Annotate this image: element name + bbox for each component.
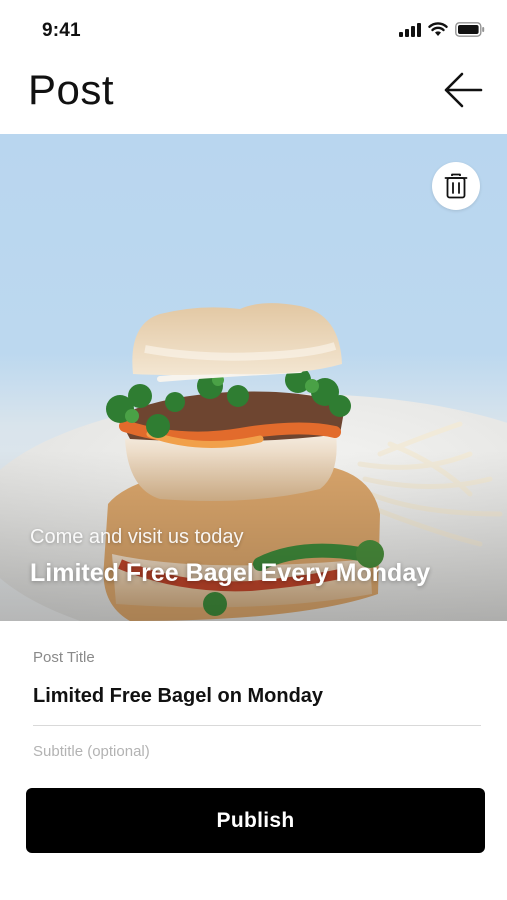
battery-icon <box>455 22 485 37</box>
post-cover-image: Come and visit us today Limited Free Bag… <box>0 134 507 621</box>
back-button[interactable] <box>439 66 487 114</box>
post-title-divider <box>33 725 481 726</box>
page-title: Post <box>28 66 115 113</box>
cellular-signal-icon <box>399 22 421 37</box>
status-bar: 9:41 <box>0 0 507 60</box>
wifi-icon <box>428 22 448 36</box>
subtitle-label: Subtitle (optional) <box>33 743 150 760</box>
publish-button[interactable]: Publish <box>26 788 485 853</box>
delete-image-button[interactable] <box>432 162 480 210</box>
trash-icon <box>444 173 468 199</box>
hero-overlay-subtitle: Come and visit us today <box>30 526 244 548</box>
post-title-input[interactable]: Limited Free Bagel on Monday <box>33 685 323 708</box>
post-title-label: Post Title <box>33 649 95 666</box>
status-icons <box>399 22 485 37</box>
status-time: 9:41 <box>42 20 81 41</box>
arrow-left-icon <box>444 72 483 108</box>
header: Post <box>0 60 507 134</box>
hero-overlay-title: Limited Free Bagel Every Monday <box>30 559 431 587</box>
